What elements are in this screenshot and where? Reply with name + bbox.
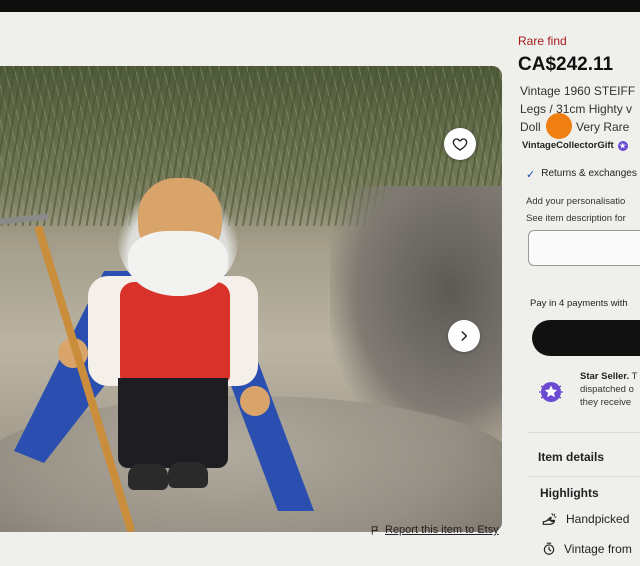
shop-name: VintageCollectorGift [522,140,614,151]
section-divider [528,432,640,433]
next-image-button[interactable] [448,320,480,352]
chevron-right-icon [461,331,468,341]
star-seller-info: Star Seller. T dispatched o they receive [580,370,637,409]
hand-icon [542,513,557,525]
clock-icon [543,542,555,555]
listing-info-panel: Rare find CA$242.11 Vintage 1960 STEIFF … [518,12,640,566]
returns-label: Returns & exchanges [541,168,637,179]
check-icon: ✓ [526,169,536,181]
listing-title-line: Doll [520,120,541,134]
doll-beard [128,231,228,296]
personalisation-hint: See item description for [526,213,626,224]
heart-icon [452,138,468,151]
personalisation-input[interactable] [528,230,640,266]
highlight-label: Handpicked [566,512,630,526]
shop-name-link[interactable]: VintageCollectorGift ★ [522,140,628,151]
personalisation-label: Add your personalisatio [526,196,626,207]
returns-info: ✓ Returns & exchanges [526,168,637,181]
screen-bezel [0,0,640,12]
star-seller-line: T [631,371,638,382]
product-photo[interactable] [0,66,502,532]
listing-title-line: Legs / 31cm Highty v [520,102,633,116]
listing-title-line: Vintage 1960 STEIFF [520,84,636,98]
rare-find-badge: Rare find [518,34,567,48]
section-divider [528,476,640,477]
item-details-toggle[interactable]: Item details [538,450,604,464]
doll-pants [118,378,228,468]
highlights-heading: Highlights [540,486,599,500]
star-seller-icon: ★ [617,140,628,151]
listing-page: Report this item to Etsy Rare find CA$24… [0,12,640,566]
highlight-handpicked: Handpicked [542,512,629,526]
highlight-label: Vintage from [564,542,632,556]
listing-title-line: Very Rare [576,120,630,134]
star-seller-line: they receive [580,397,632,408]
touch-indicator [546,113,572,139]
add-to-basket-button[interactable] [532,320,640,356]
price: CA$242.11 [518,54,614,75]
doll-vest [120,282,230,382]
star-badge-icon [539,382,563,402]
report-link-label: Report this item to Etsy [385,524,499,536]
favorite-button[interactable] [444,128,476,160]
doll-boot [168,462,208,488]
doll-boot [128,464,168,490]
doll-hand [240,386,270,416]
pay-in-4-text: Pay in 4 payments with [530,298,628,309]
report-item-link[interactable]: Report this item to Etsy [370,524,499,536]
star-seller-title: Star Seller. [580,371,630,382]
highlight-vintage: Vintage from [542,542,632,556]
flag-icon [371,525,379,535]
star-seller-line: dispatched o [580,384,634,395]
